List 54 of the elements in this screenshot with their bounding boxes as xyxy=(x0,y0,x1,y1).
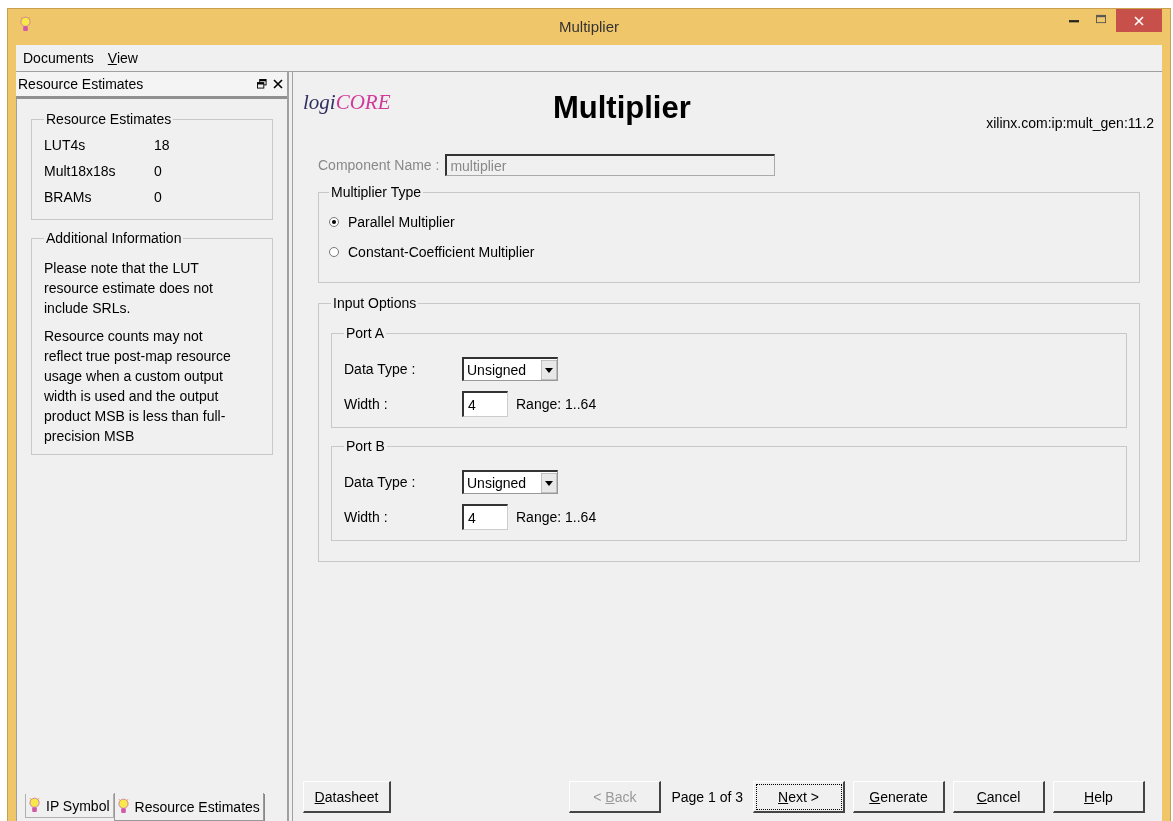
field-label: Data Type : xyxy=(344,474,417,490)
resource-value: 0 xyxy=(154,189,163,205)
group-title: Port B xyxy=(345,438,386,454)
resource-value: 0 xyxy=(154,163,163,179)
panel-tab[interactable]: IP Symbol xyxy=(25,794,114,818)
group-title: Multiplier Type xyxy=(330,184,422,200)
resource-name: LUT4s xyxy=(44,137,87,153)
data-type-dropdown[interactable]: Unsigned xyxy=(462,357,558,381)
window-title: Multiplier xyxy=(558,18,620,35)
data-type-dropdown[interactable]: Unsigned xyxy=(462,470,558,494)
close-icon xyxy=(273,79,283,89)
light-bulb-icon xyxy=(29,797,40,814)
page-indicator: Page 1 of 3 xyxy=(671,789,743,805)
resource-name: BRAMs xyxy=(44,189,93,205)
field-label: Width : xyxy=(344,509,389,525)
radio-label: Constant-Coefficient Multiplier xyxy=(348,244,535,260)
resource-value: 18 xyxy=(154,137,171,153)
page-title: Multiplier xyxy=(553,90,691,126)
close-icon xyxy=(1134,15,1144,26)
menu-item[interactable]: Documents xyxy=(23,50,94,66)
version-text: xilinx.com:ip:mult_gen:11.2 xyxy=(986,115,1154,131)
light-bulb-icon xyxy=(117,798,129,815)
range-text: Range: 1..64 xyxy=(516,509,597,525)
info-paragraph: Please note that the LUT resource estimate does not include SRLs. xyxy=(44,259,214,318)
restore-icon xyxy=(257,79,267,89)
close-button[interactable] xyxy=(1116,9,1162,32)
width-field[interactable]: 4 xyxy=(462,504,508,530)
group-title: Resource Estimates xyxy=(45,111,173,127)
width-field[interactable]: 4 xyxy=(462,391,508,417)
resource-name: Mult18x18s xyxy=(44,163,117,179)
range-text: Range: 1..64 xyxy=(516,396,597,412)
wizard-button[interactable]: Next > xyxy=(753,781,845,813)
group-title: Input Options xyxy=(332,295,418,311)
maximize-icon xyxy=(1095,14,1106,24)
field-label: Data Type : xyxy=(344,361,417,377)
panel-title: Resource Estimates xyxy=(18,76,144,92)
wizard-button[interactable]: Generate xyxy=(853,781,945,813)
dropdown-arrow-icon xyxy=(541,359,557,380)
radio-button[interactable] xyxy=(329,247,339,257)
radio-label: Parallel Multiplier xyxy=(348,214,455,230)
field-label: Width : xyxy=(344,396,389,412)
light-bulb-icon xyxy=(20,16,31,33)
radio-button[interactable] xyxy=(329,217,339,227)
wizard-button[interactable]: Help xyxy=(1053,781,1145,813)
datasheet-button[interactable]: Datasheet xyxy=(303,781,391,813)
panel-tab[interactable]: Resource Estimates xyxy=(113,793,264,821)
field-label: Component Name : xyxy=(318,157,440,173)
dropdown-arrow-icon xyxy=(541,472,557,493)
logo: logiCORE xyxy=(303,90,392,115)
info-paragraph: Resource counts may not reflect true post-map resource usage when a custom output width is used and the output product MSB is less than full-precision MSB xyxy=(44,327,232,446)
group-title: Additional Information xyxy=(45,230,183,246)
group-title: Port A xyxy=(345,325,386,341)
menu-item[interactable]: View xyxy=(107,50,138,66)
wizard-button[interactable]: Cancel xyxy=(953,781,1045,813)
